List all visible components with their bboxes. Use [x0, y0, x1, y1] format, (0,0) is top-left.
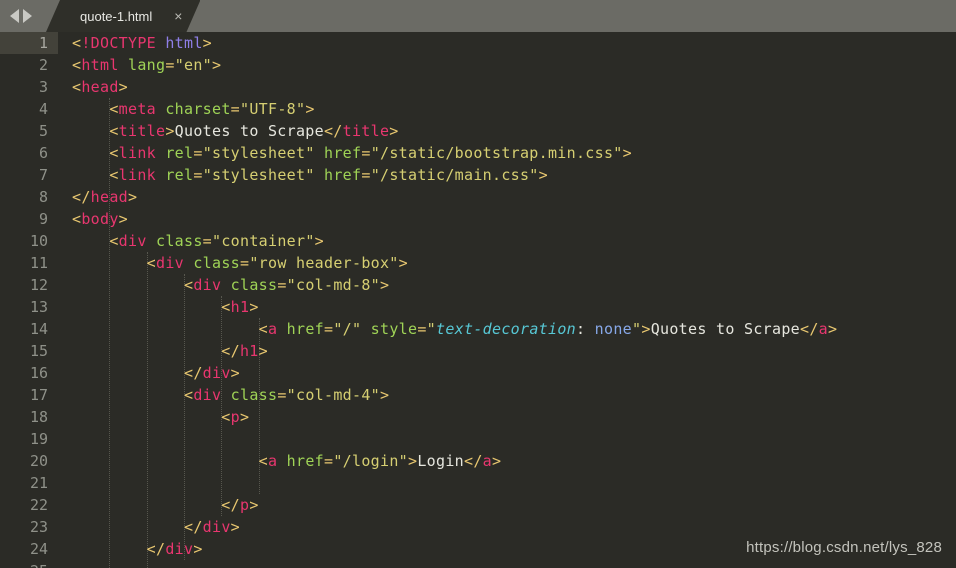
line-number: 7 — [38, 166, 48, 184]
code-line[interactable]: 6 <link rel="stylesheet" href="/static/b… — [0, 142, 956, 164]
code-text: <title>Quotes to Scrape</title> — [109, 122, 399, 140]
code-line[interactable]: 1 <!DOCTYPE html> — [0, 32, 956, 54]
line-number: 23 — [29, 518, 48, 536]
line-number: 22 — [29, 496, 48, 514]
code-text: </h1> — [221, 342, 268, 360]
line-number: 8 — [38, 188, 48, 206]
code-text: <div class="container"> — [109, 232, 324, 250]
code-text: </div> — [183, 518, 240, 536]
line-number: 1 — [0, 32, 58, 54]
code-line[interactable]: 7 <link rel="stylesheet" href="/static/m… — [0, 164, 956, 186]
line-number: 10 — [29, 232, 48, 250]
tab-label: quote-1.html — [80, 8, 153, 24]
triangle-left-icon[interactable] — [10, 9, 19, 23]
code-text: <!DOCTYPE html> — [72, 34, 213, 52]
code-line[interactable]: 10 <div class="container"> — [0, 230, 956, 252]
line-number: 5 — [38, 122, 48, 140]
watermark: https://blog.csdn.net/lys_828 — [746, 539, 942, 556]
line-number: 12 — [29, 276, 48, 294]
code-text: <body> — [72, 210, 129, 228]
code-line[interactable]: 11 <div class="row header-box"> — [0, 252, 956, 274]
line-number: 9 — [38, 210, 48, 228]
tab-nav-arrows[interactable] — [0, 0, 40, 32]
code-text: </div> — [146, 540, 203, 558]
line-number: 25 — [0, 560, 58, 568]
close-icon[interactable]: × — [174, 9, 182, 23]
line-number: 14 — [29, 320, 48, 338]
code-text: <meta charset="UTF-8"> — [109, 100, 315, 118]
line-number: 6 — [38, 144, 48, 162]
code-line[interactable]: 4 <meta charset="UTF-8"> — [0, 98, 956, 120]
editor-tab-quote-1-html[interactable]: quote-1.html × — [46, 0, 200, 32]
line-number: 3 — [38, 78, 48, 96]
code-text: <p> — [221, 408, 250, 426]
code-text: <div class="row header-box"> — [146, 254, 408, 272]
code-line[interactable]: 8 </head> — [0, 186, 956, 208]
tab-bar: quote-1.html × — [0, 0, 956, 32]
line-number: 18 — [29, 408, 48, 426]
code-line[interactable]: 5 <title>Quotes to Scrape</title> — [0, 120, 956, 142]
code-text: <link rel="stylesheet" href="/static/mai… — [109, 166, 548, 184]
code-text: <link rel="stylesheet" href="/static/boo… — [109, 144, 632, 162]
code-line[interactable]: 19 — [0, 428, 956, 450]
code-text: <a href="/" style="text-decoration: none… — [258, 320, 838, 338]
code-text: </div> — [183, 364, 240, 382]
code-editor[interactable]: 1 <!DOCTYPE html> 2 <html lang="en"> 3 <head>… — [0, 32, 956, 568]
line-number: 4 — [38, 100, 48, 118]
code-line[interactable]: 2 <html lang="en"> — [0, 54, 956, 76]
code-line[interactable]: 21 — [0, 472, 956, 494]
line-number: 21 — [29, 474, 48, 492]
line-number: 16 — [29, 364, 48, 382]
line-number: 11 — [29, 254, 48, 272]
line-number: 19 — [29, 430, 48, 448]
code-line[interactable]: 20 <a href="/login">Login</a> — [0, 450, 956, 472]
code-text: <div class="col-md-8"> — [183, 276, 390, 294]
code-line[interactable]: 9 <body> — [0, 208, 956, 230]
code-line[interactable]: 25 — [0, 560, 956, 568]
code-line[interactable]: 13 <h1> — [0, 296, 956, 318]
code-line[interactable]: 22 </p> — [0, 494, 956, 516]
code-line[interactable]: 12 <div class="col-md-8"> — [0, 274, 956, 296]
code-text: <head> — [72, 78, 129, 96]
code-line[interactable]: 14 <a href="/" style="text-decoration: n… — [0, 318, 956, 340]
code-text: <html lang="en"> — [72, 56, 222, 74]
line-number: 15 — [29, 342, 48, 360]
code-text: <div class="col-md-4"> — [183, 386, 390, 404]
code-lines[interactable]: 1 <!DOCTYPE html> 2 <html lang="en"> 3 <head>… — [0, 32, 956, 568]
code-text: <a href="/login">Login</a> — [258, 452, 502, 470]
line-number: 13 — [29, 298, 48, 316]
code-text: </p> — [221, 496, 259, 514]
code-line[interactable]: 23 </div> — [0, 516, 956, 538]
code-text: <h1> — [221, 298, 259, 316]
code-line[interactable]: 16 </div> — [0, 362, 956, 384]
triangle-right-icon[interactable] — [23, 9, 32, 23]
line-number: 17 — [29, 386, 48, 404]
line-number: 24 — [29, 540, 48, 558]
code-line[interactable]: 18 <p> — [0, 406, 956, 428]
line-number: 2 — [38, 56, 48, 74]
code-line[interactable]: 17 <div class="col-md-4"> — [0, 384, 956, 406]
line-number: 20 — [29, 452, 48, 470]
code-line[interactable]: 3 <head> — [0, 76, 956, 98]
code-line[interactable]: 15 </h1> — [0, 340, 956, 362]
code-text: </head> — [72, 188, 138, 206]
